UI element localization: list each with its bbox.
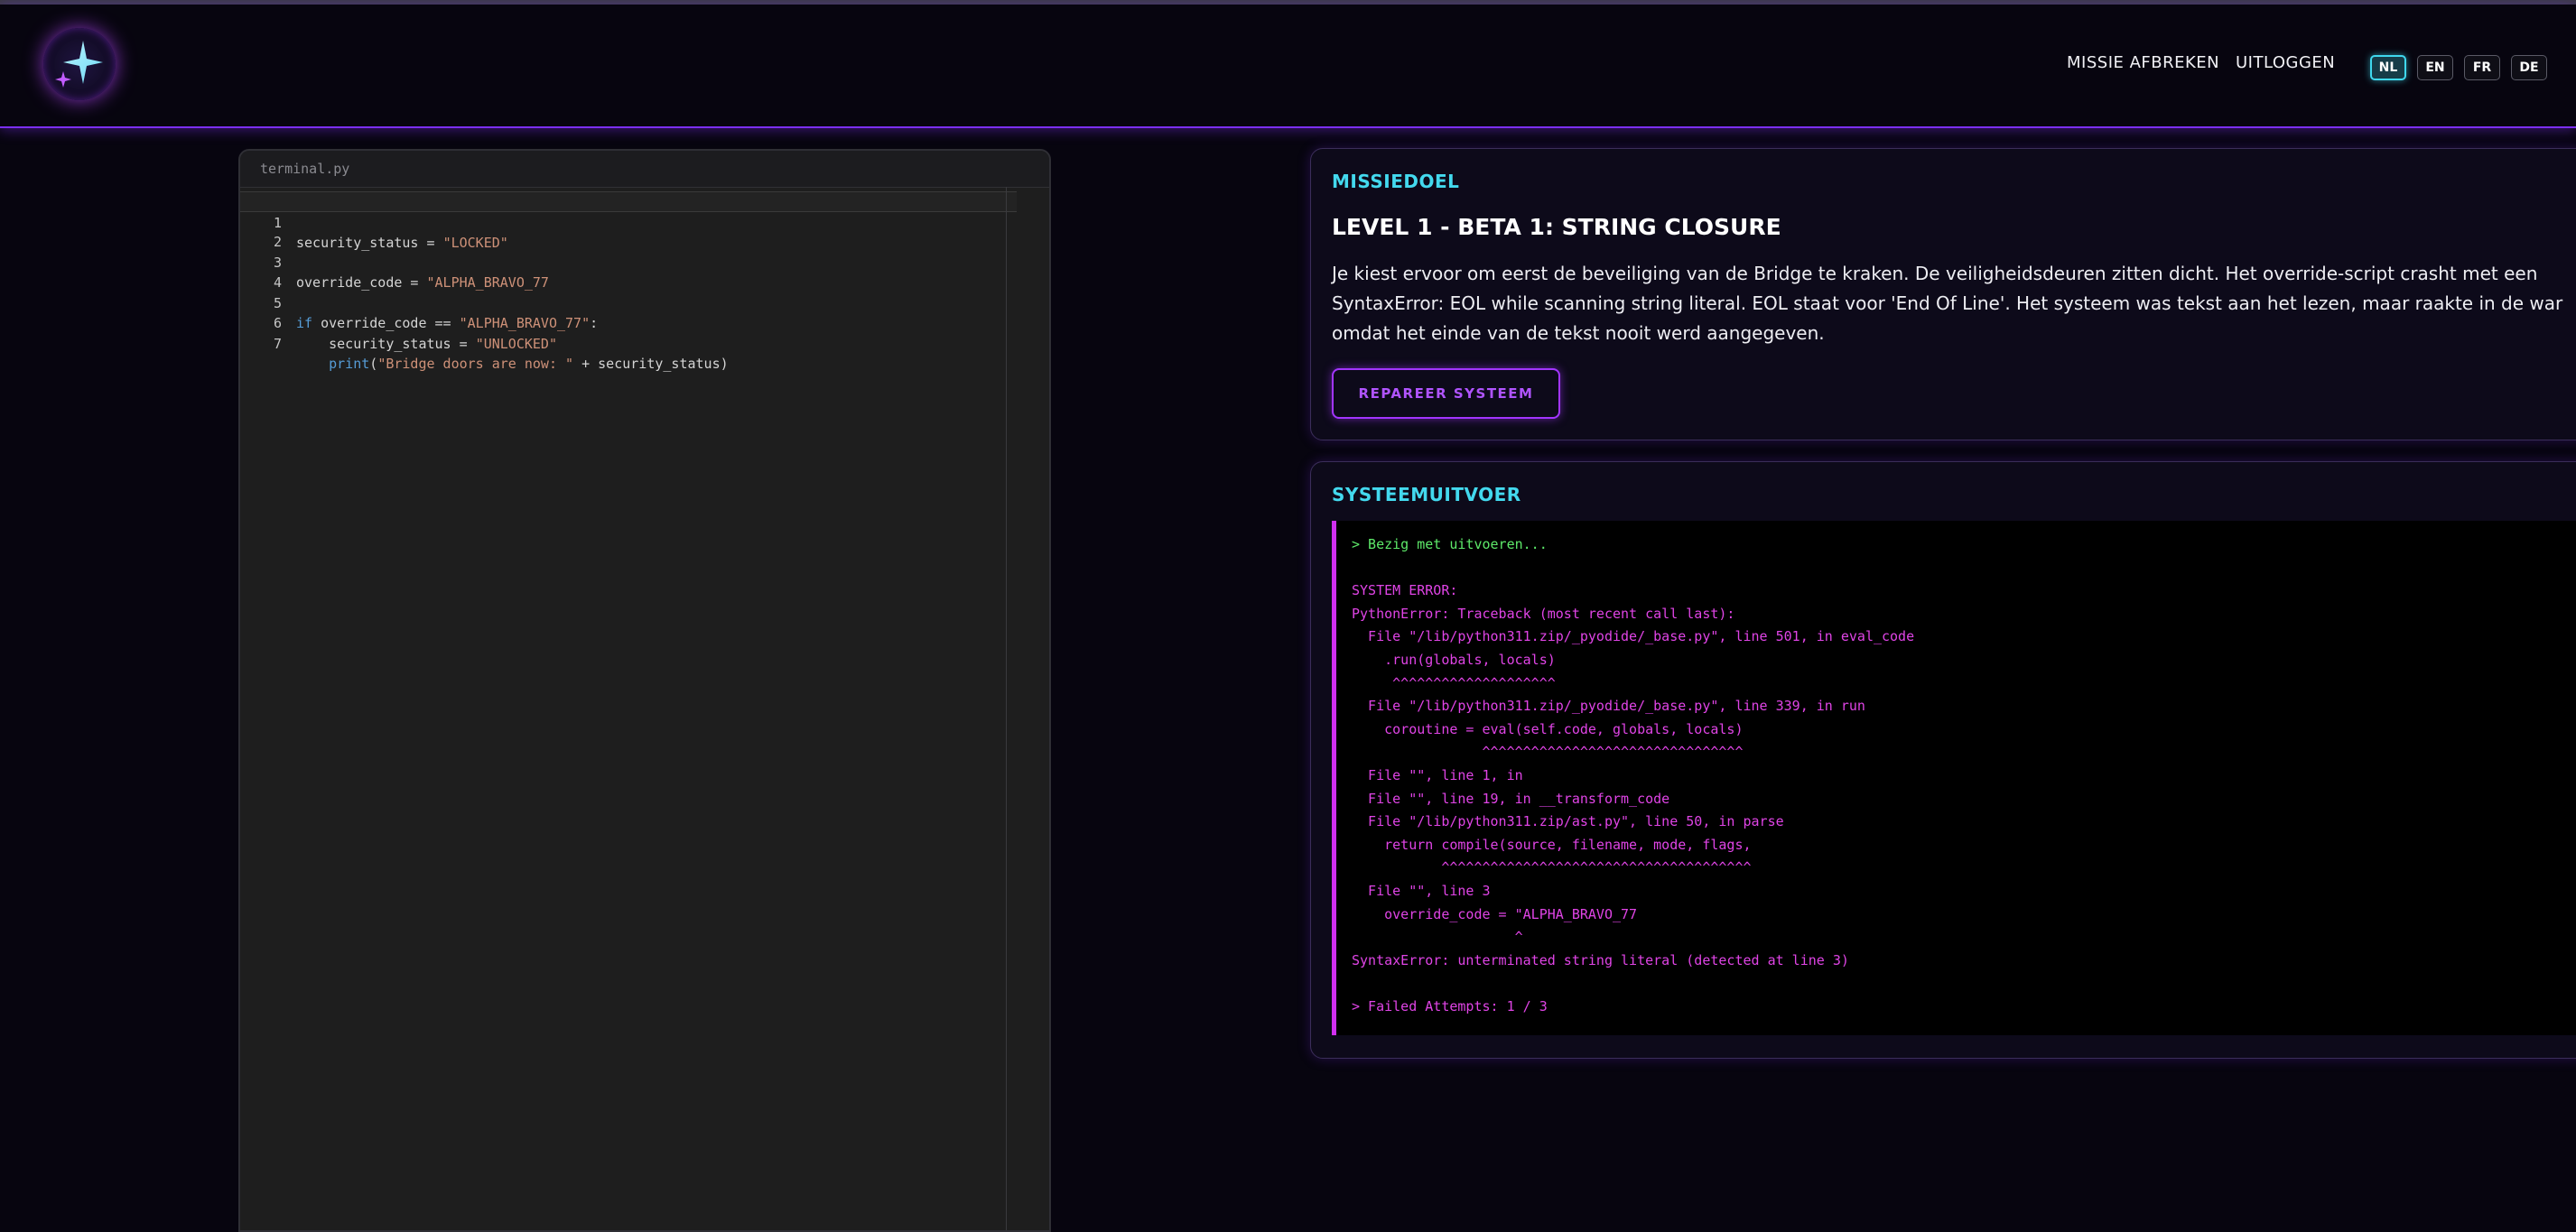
code-line[interactable]: 1 security_status = "LOCKED" [240,191,1017,251]
console-line: ^^^^^^^^^^^^^^^^^^^^ [1352,674,1556,691]
console-line: .run(globals, locals) [1352,651,1556,668]
code-area[interactable]: 1 security_status = "LOCKED" 2 3 overrid… [240,188,1049,373]
console-line: return compile(source, filename, mode, f… [1352,836,1752,853]
console-line: File "/lib/python311.zip/_pyodide/_base.… [1352,698,1865,715]
console-line: File "/lib/python311.zip/_pyodide/_base.… [1352,628,1915,645]
code-line[interactable]: 5 if override_code == "ALPHA_BRAVO_77": [240,273,1049,332]
mission-description: Je kiest ervoor om eerst de beveiliging … [1332,263,2563,344]
line-number: 7 [273,335,282,352]
code-text[interactable]: print("Bridge doors are now: " + securit… [296,354,729,375]
language-switcher: NL EN FR DE [2370,55,2547,80]
code-line[interactable]: 3 override_code = "ALPHA_BRAVO_77 [240,232,1049,292]
output-title: SYSTEEMUITVOER [1332,484,1521,505]
lang-button-en[interactable]: EN [2417,55,2453,80]
console-line: SyntaxError: unterminated string literal… [1352,951,1849,968]
code-line[interactable]: 6 security_status = "UNLOCKED" [240,293,1049,352]
console-line: ^^^^^^^^^^^^^^^^^^^^^^^^^^^^^^^^^^^^^^ [1352,859,1752,876]
console-line: PythonError: Traceback (most recent call… [1352,605,1735,622]
code-text[interactable]: security_status = "UNLOCKED" [296,334,557,355]
console-line: > Bezig met uitvoeren... [1352,536,1548,552]
repair-system-button[interactable]: REPAREER SYSTEEM [1332,368,1560,419]
code-line[interactable]: 4 [240,253,1049,291]
logout-link[interactable]: UITLOGGEN [2236,53,2335,72]
console-line: override_code = "ALPHA_BRAVO_77 [1352,905,1638,922]
code-editor[interactable]: terminal.py 1 security_status = "LOCKED"… [238,149,1051,1232]
output-console: > Bezig met uitvoeren... SYSTEM ERROR: P… [1332,521,2576,1035]
console-line: File "", line 1, in [1352,766,1523,783]
editor-filename-tab[interactable]: terminal.py [240,151,1049,188]
mission-panel: MISSIEDOEL LEVEL 1 - BETA 1: STRING CLOS… [1310,148,2576,440]
code-line[interactable]: 2 [240,212,1049,250]
system-output-panel: SYSTEEMUITVOER > Bezig met uitvoeren... … [1310,461,2576,1059]
lang-button-nl[interactable]: NL [2370,55,2406,80]
console-line: File "", line 19, in __transform_code [1352,790,1670,807]
abort-mission-link[interactable]: MISSIE AFBREKEN [2067,53,2219,72]
console-line: > Failed Attempts: 1 / 3 [1352,997,1548,1014]
console-line: File "/lib/python311.zip/ast.py", line 5… [1352,813,1784,830]
level-title: LEVEL 1 - BETA 1: STRING CLOSURE [1332,214,1781,240]
console-line: ^ [1352,929,1523,946]
editor-ruler [1006,187,1007,1230]
console-line: SYSTEM ERROR: [1352,582,1458,599]
code-line[interactable]: 7 print("Bridge doors are now: " + secur… [240,313,1049,373]
app-header: MISSIE AFBREKEN UITLOGGEN NL EN FR DE [0,5,2576,128]
console-line: coroutine = eval(self.code, globals, loc… [1352,720,1744,737]
sparkle-star-icon [55,41,103,88]
logo[interactable] [43,28,116,100]
lang-button-fr[interactable]: FR [2464,55,2500,80]
console-line: File "", line 3 [1352,882,1491,899]
mission-title: MISSIEDOEL [1332,171,1460,192]
console-line: ^^^^^^^^^^^^^^^^^^^^^^^^^^^^^^^^ [1352,744,1744,761]
lang-button-de[interactable]: DE [2511,55,2547,80]
